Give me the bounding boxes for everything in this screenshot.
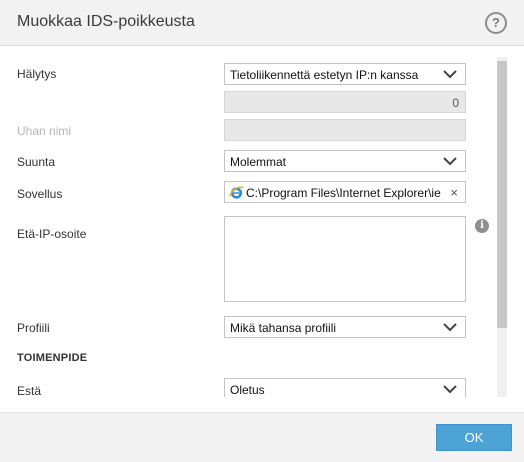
application-path: C:\Program Files\Internet Explorer\ie bbox=[246, 186, 441, 200]
chevron-down-icon bbox=[443, 70, 457, 79]
alert-select[interactable]: Tietoliikennettä estetyn IP:n kanssa bbox=[224, 63, 466, 85]
chevron-down-icon bbox=[443, 323, 457, 332]
alert-count-value: 0 bbox=[452, 96, 459, 110]
ok-button[interactable]: OK bbox=[436, 424, 512, 451]
alert-count-field: 0 bbox=[224, 91, 466, 113]
threat-name-field bbox=[224, 119, 466, 141]
direction-select-value: Molemmat bbox=[230, 155, 287, 169]
dialog-title: Muokkaa IDS-poikkeusta bbox=[17, 13, 195, 30]
profile-select[interactable]: Mikä tahansa profiili bbox=[224, 316, 466, 338]
internet-explorer-icon bbox=[229, 186, 244, 199]
profile-label: Profiili bbox=[17, 321, 50, 335]
block-select-value: Oletus bbox=[230, 383, 265, 397]
info-icon[interactable]: i bbox=[475, 219, 489, 233]
chevron-down-icon bbox=[443, 385, 457, 394]
block-label: Estä bbox=[17, 384, 42, 397]
dialog-footer: OK bbox=[0, 412, 524, 462]
application-label: Sovellus bbox=[17, 187, 63, 201]
vertical-scrollbar[interactable] bbox=[497, 57, 507, 397]
alert-label: Hälytys bbox=[17, 67, 57, 81]
block-select[interactable]: Oletus bbox=[224, 378, 466, 397]
direction-label: Suunta bbox=[17, 155, 56, 169]
help-icon[interactable]: ? bbox=[485, 12, 507, 34]
dialog-header: Muokkaa IDS-poikkeusta ? bbox=[0, 0, 524, 46]
threat-name-label: Uhan nimi bbox=[17, 124, 72, 138]
form-area: Hälytys Tietoliikennettä estetyn IP:n ka… bbox=[0, 47, 524, 397]
direction-select[interactable]: Molemmat bbox=[224, 150, 466, 172]
remote-ip-label: Etä-IP-osoite bbox=[17, 227, 87, 241]
clear-icon[interactable]: × bbox=[450, 185, 458, 200]
action-section-heading: TOIMENPIDE bbox=[17, 352, 88, 364]
application-field[interactable]: C:\Program Files\Internet Explorer\ie × bbox=[224, 181, 466, 203]
profile-select-value: Mikä tahansa profiili bbox=[230, 321, 337, 335]
chevron-down-icon bbox=[443, 157, 457, 166]
alert-select-value: Tietoliikennettä estetyn IP:n kanssa bbox=[230, 68, 419, 82]
remote-ip-textarea[interactable] bbox=[224, 216, 466, 302]
scrollbar-thumb[interactable] bbox=[497, 61, 507, 328]
